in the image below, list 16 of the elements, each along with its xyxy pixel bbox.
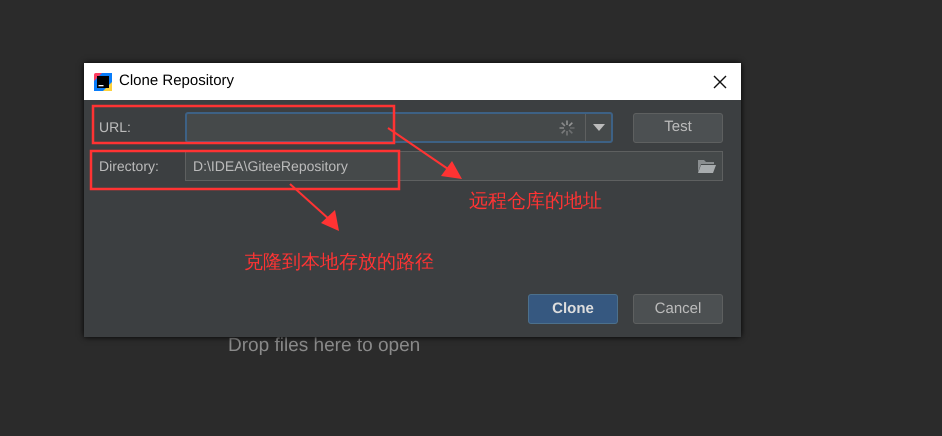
spinner-icon [558, 118, 576, 136]
drop-hint: Drop files here to open [228, 334, 420, 358]
annotation-label: 克隆到本地存放的路径 [244, 251, 434, 275]
url-field[interactable] [185, 112, 613, 143]
directory-label: Directory: [99, 156, 160, 176]
url-label: URL: [99, 118, 132, 137]
arrow [289, 183, 339, 231]
clone-button[interactable]: Clone [528, 294, 618, 324]
cancel-button[interactable]: Cancel [633, 294, 723, 324]
folder-icon[interactable] [698, 159, 716, 173]
window-title: Clone Repository [119, 71, 234, 92]
test-button[interactable]: Test [633, 112, 723, 142]
annotation-label: 远程仓库的地址 [469, 190, 602, 214]
directory-field[interactable]: D:\IDEA\GiteeRepository [185, 151, 723, 181]
app-icon [94, 72, 112, 90]
caret-icon [592, 124, 604, 131]
